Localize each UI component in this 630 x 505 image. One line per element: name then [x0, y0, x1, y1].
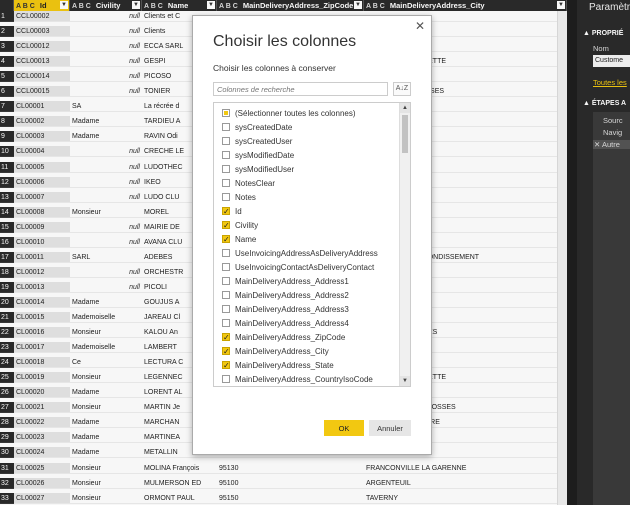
column-option[interactable]: sysCreatedDate: [222, 121, 292, 134]
column-option[interactable]: MainDeliveryAddress_CountryIsoCode: [222, 373, 373, 386]
column-option[interactable]: sysCreatedUser: [222, 135, 292, 148]
scroll-thumb[interactable]: [402, 115, 408, 153]
column-option[interactable]: MainDeliveryAddress_Address1: [222, 275, 349, 288]
choose-columns-dialog: ✕ Choisir les colonnes Choisir les colon…: [192, 15, 432, 455]
column-option-label: sysModifiedUser: [235, 165, 295, 174]
checkbox-icon[interactable]: [222, 359, 230, 372]
checkbox-icon[interactable]: [222, 276, 230, 285]
column-option-label: MainDeliveryAddress_ZipCode: [235, 333, 346, 342]
column-option[interactable]: MainDeliveryAddress_Address4: [222, 317, 349, 330]
column-option[interactable]: UseInvoicingAddressAsDeliveryAddress: [222, 247, 378, 260]
checkbox-icon[interactable]: [222, 150, 230, 159]
column-option[interactable]: (Sélectionner toutes les colonnes): [222, 107, 356, 120]
checkbox-icon[interactable]: [222, 192, 230, 201]
column-option[interactable]: MainDeliveryAddress_State: [222, 359, 334, 372]
scroll-down-icon[interactable]: ▼: [400, 376, 410, 386]
dialog-title: Choisir les colonnes: [213, 33, 357, 50]
column-option-label: (Sélectionner toutes les colonnes): [235, 109, 356, 118]
checkbox-icon[interactable]: [222, 318, 230, 327]
column-option-label: UseInvoicingAddressAsDeliveryAddress: [235, 249, 378, 258]
column-option-label: Civility: [235, 221, 259, 230]
column-option[interactable]: UseInvoicingContactAsDeliveryContact: [222, 261, 374, 274]
column-option[interactable]: MainDeliveryAddress_City: [222, 345, 329, 358]
column-option-label: MainDeliveryAddress_CountryIsoCode: [235, 375, 373, 384]
column-option[interactable]: NotesClear: [222, 177, 275, 190]
checkbox-icon[interactable]: [222, 233, 230, 246]
sort-icon[interactable]: A↓Z: [393, 82, 411, 96]
checkbox-icon[interactable]: [222, 178, 230, 187]
column-option-label: sysModifiedDate: [235, 151, 295, 160]
close-icon[interactable]: ✕: [415, 19, 425, 33]
column-option-label: MainDeliveryAddress_State: [235, 361, 334, 370]
cancel-button[interactable]: Annuler: [369, 420, 411, 436]
column-option[interactable]: Name: [222, 233, 256, 246]
column-option-label: sysCreatedDate: [235, 123, 293, 132]
column-option[interactable]: MainDeliveryAddress_ZipCode: [222, 331, 345, 344]
column-option-label: MainDeliveryAddress_Address2: [235, 291, 349, 300]
column-option[interactable]: sysModifiedUser: [222, 163, 294, 176]
checkbox-icon[interactable]: [222, 205, 230, 218]
list-scrollbar[interactable]: ▲ ▼: [399, 103, 410, 386]
column-option[interactable]: Civility: [222, 219, 258, 232]
column-option-label: MainDeliveryAddress_Address4: [235, 319, 349, 328]
checkbox-icon[interactable]: [222, 136, 230, 145]
column-option-label: MainDeliveryAddress_Address1: [235, 277, 349, 286]
column-list: ▲ ▼ (Sélectionner toutes les colonnes) sy…: [213, 102, 411, 387]
checkbox-icon[interactable]: [222, 108, 230, 117]
ok-button[interactable]: OK: [324, 420, 364, 436]
column-option-label: Id: [235, 207, 242, 216]
checkbox-icon[interactable]: [222, 331, 230, 344]
column-option-label: MainDeliveryAddress_Address3: [235, 305, 349, 314]
column-search-input[interactable]: [213, 82, 388, 96]
checkbox-icon[interactable]: [222, 219, 230, 232]
column-option-label: Notes: [235, 193, 256, 202]
checkbox-icon[interactable]: [222, 248, 230, 257]
checkbox-icon[interactable]: [222, 304, 230, 313]
column-option[interactable]: MainDeliveryAddress_Address3: [222, 303, 349, 316]
scroll-up-icon[interactable]: ▲: [400, 103, 410, 113]
column-option[interactable]: sysModifiedDate: [222, 149, 294, 162]
checkbox-icon[interactable]: [222, 345, 230, 358]
column-option-label: Name: [235, 235, 257, 244]
column-option-label: sysCreatedUser: [235, 137, 293, 146]
checkbox-icon[interactable]: [222, 374, 230, 383]
column-option[interactable]: Id: [222, 205, 242, 218]
dialog-subtitle: Choisir les colonnes à conserver: [213, 63, 336, 73]
column-option[interactable]: Notes: [222, 191, 256, 204]
checkbox-icon[interactable]: [222, 164, 230, 173]
checkbox-icon[interactable]: [222, 122, 230, 131]
column-option-label: UseInvoicingContactAsDeliveryContact: [235, 263, 375, 272]
checkbox-icon[interactable]: [222, 290, 230, 299]
column-option-label: NotesClear: [235, 179, 276, 188]
column-option[interactable]: MainDeliveryAddress_Address2: [222, 289, 349, 302]
checkbox-icon[interactable]: [222, 262, 230, 271]
column-option-label: MainDeliveryAddress_City: [235, 347, 329, 356]
